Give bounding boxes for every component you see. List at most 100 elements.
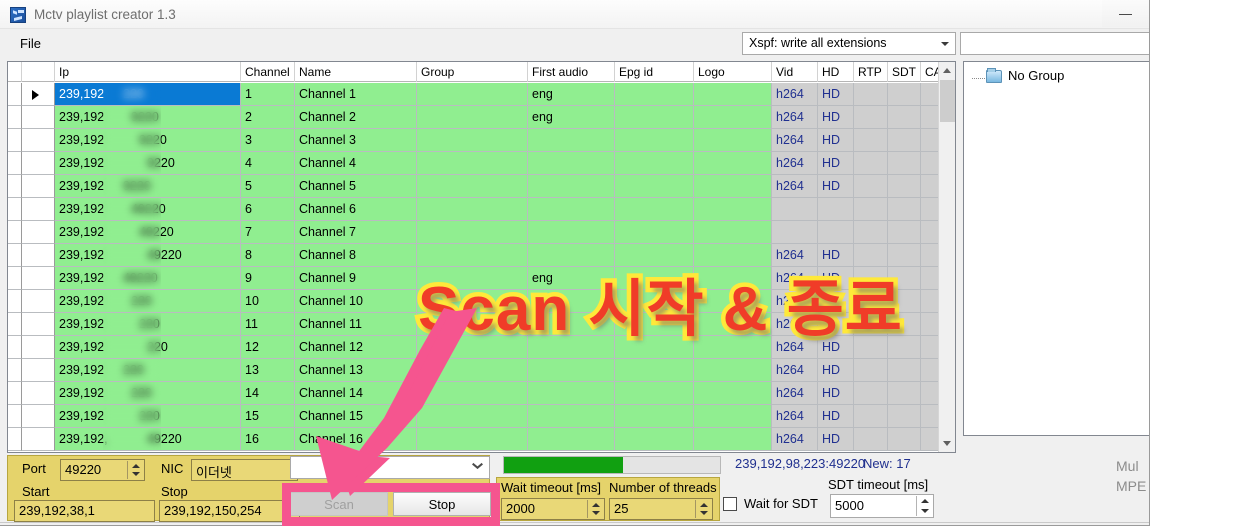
- cell-first-audio[interactable]: eng: [528, 106, 615, 129]
- cell-vid[interactable]: h264: [772, 382, 818, 405]
- cell-ip[interactable]: 239,192 49220: [55, 267, 241, 290]
- cell-name[interactable]: Channel 5: [295, 175, 417, 198]
- cell-ip[interactable]: 239,192 220: [55, 382, 241, 405]
- row-selector[interactable]: [22, 106, 55, 129]
- cell-sdt[interactable]: [888, 198, 921, 221]
- cell-hd[interactable]: HD: [818, 83, 854, 106]
- cell-name[interactable]: Channel 6: [295, 198, 417, 221]
- cell-hd[interactable]: HD: [818, 129, 854, 152]
- cell-logo[interactable]: [694, 405, 772, 428]
- cell-hd[interactable]: HD: [818, 106, 854, 129]
- cell-ip[interactable]: 239,192 220: [55, 83, 241, 106]
- cell-rtp[interactable]: [854, 83, 888, 106]
- cell-vid[interactable]: h264: [772, 175, 818, 198]
- cell-hd[interactable]: [818, 221, 854, 244]
- column-header-rtp[interactable]: RTP: [854, 62, 888, 82]
- cell-group[interactable]: [417, 221, 528, 244]
- cell-first-audio[interactable]: [528, 428, 615, 451]
- cell-group[interactable]: [417, 83, 528, 106]
- cell-logo[interactable]: [694, 175, 772, 198]
- table-row[interactable]: 239,192 49220 7 Channel 7: [8, 221, 953, 244]
- cell-logo[interactable]: [694, 221, 772, 244]
- cell-channel[interactable]: 7: [241, 221, 295, 244]
- vertical-scrollbar[interactable]: [938, 62, 955, 452]
- cell-channel[interactable]: 4: [241, 152, 295, 175]
- cell-ip[interactable]: 239,192 9220: [55, 152, 241, 175]
- cell-epg-id[interactable]: [615, 359, 694, 382]
- cell-epg-id[interactable]: [615, 106, 694, 129]
- wait-timeout-input[interactable]: 2000: [501, 498, 605, 520]
- cell-ip[interactable]: 239,192 9220: [55, 175, 241, 198]
- scrollbar-thumb[interactable]: [940, 80, 955, 122]
- cell-name[interactable]: Channel 9: [295, 267, 417, 290]
- sdt-timeout-input[interactable]: 5000: [830, 494, 934, 518]
- cell-ip[interactable]: 239,192 220: [55, 405, 241, 428]
- column-header-first-audio[interactable]: First audio: [528, 62, 615, 82]
- cell-hd[interactable]: HD: [818, 175, 854, 198]
- cell-group[interactable]: [417, 129, 528, 152]
- cell-ip[interactable]: 239,192 49220: [55, 244, 241, 267]
- cell-ip[interactable]: 239,192 220: [55, 313, 241, 336]
- cell-channel[interactable]: 1: [241, 83, 295, 106]
- cell-ip[interactable]: 239,192 9220: [55, 129, 241, 152]
- cell-epg-id[interactable]: [615, 221, 694, 244]
- column-header-sdt[interactable]: SDT: [888, 62, 921, 82]
- cell-first-audio[interactable]: eng: [528, 83, 615, 106]
- scroll-up-icon[interactable]: [939, 62, 955, 79]
- row-selector[interactable]: [22, 267, 55, 290]
- cell-epg-id[interactable]: [615, 428, 694, 451]
- cell-channel[interactable]: 8: [241, 244, 295, 267]
- cell-vid[interactable]: h264: [772, 428, 818, 451]
- cell-ip[interactable]: 239,192 220: [55, 359, 241, 382]
- table-row[interactable]: 239,192 9220 2 Channel 2 eng h264 HD: [8, 106, 953, 129]
- cell-group[interactable]: [417, 152, 528, 175]
- column-header-blank-0[interactable]: [8, 62, 22, 82]
- cell-vid[interactable]: h264: [772, 152, 818, 175]
- cell-group[interactable]: [417, 106, 528, 129]
- cell-first-audio[interactable]: [528, 221, 615, 244]
- cell-channel[interactable]: 2: [241, 106, 295, 129]
- cell-hd[interactable]: HD: [818, 359, 854, 382]
- xspf-options-dropdown[interactable]: Xspf: write all extensions: [742, 32, 956, 55]
- row-selector[interactable]: [22, 405, 55, 428]
- row-selector[interactable]: [22, 290, 55, 313]
- table-row[interactable]: 239,192 9220 5 Channel 5 h264 HD: [8, 175, 953, 198]
- row-selector[interactable]: [22, 359, 55, 382]
- cell-name[interactable]: Channel 7: [295, 221, 417, 244]
- cell-sdt[interactable]: [888, 106, 921, 129]
- cell-name[interactable]: Channel 4: [295, 152, 417, 175]
- cell-vid[interactable]: [772, 221, 818, 244]
- cell-logo[interactable]: [694, 83, 772, 106]
- cell-logo[interactable]: [694, 152, 772, 175]
- cell-ip[interactable]: 239,192 220: [55, 290, 241, 313]
- cell-ip[interactable]: 239,192, 49220: [55, 428, 241, 451]
- cell-first-audio[interactable]: [528, 175, 615, 198]
- cell-logo[interactable]: [694, 359, 772, 382]
- cell-ip[interactable]: 239,192 220: [55, 336, 241, 359]
- column-header-name[interactable]: Name: [295, 62, 417, 82]
- threads-stepper[interactable]: [695, 500, 711, 518]
- column-header-channel[interactable]: Channel: [241, 62, 295, 82]
- cell-channel[interactable]: 5: [241, 175, 295, 198]
- cell-first-audio[interactable]: [528, 359, 615, 382]
- minimize-button[interactable]: [1102, 0, 1149, 27]
- cell-rtp[interactable]: [854, 359, 888, 382]
- cell-first-audio[interactable]: [528, 152, 615, 175]
- cell-ip[interactable]: 239,192 49220: [55, 221, 241, 244]
- column-header-ip[interactable]: Ip: [55, 62, 241, 82]
- row-selector[interactable]: [22, 152, 55, 175]
- cell-rtp[interactable]: [854, 175, 888, 198]
- port-input[interactable]: 49220: [60, 459, 145, 481]
- cell-epg-id[interactable]: [615, 129, 694, 152]
- cell-sdt[interactable]: [888, 428, 921, 451]
- cell-epg-id[interactable]: [615, 198, 694, 221]
- cell-channel[interactable]: 9: [241, 267, 295, 290]
- cell-group[interactable]: [417, 175, 528, 198]
- start-ip-input[interactable]: 239,192,38,1: [14, 500, 155, 522]
- threads-input[interactable]: 25: [609, 498, 713, 520]
- cell-channel[interactable]: 6: [241, 198, 295, 221]
- cell-epg-id[interactable]: [615, 175, 694, 198]
- cell-hd[interactable]: HD: [818, 152, 854, 175]
- cell-first-audio[interactable]: [528, 129, 615, 152]
- cell-rtp[interactable]: [854, 382, 888, 405]
